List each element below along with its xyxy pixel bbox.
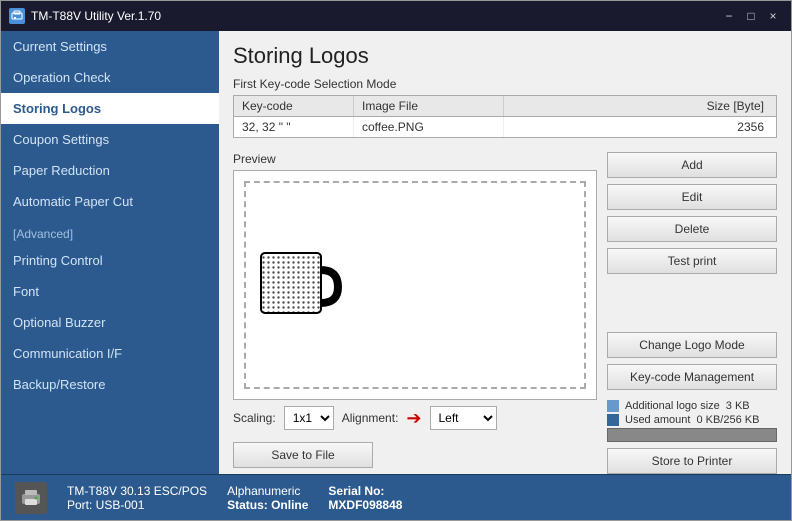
add-button[interactable]: Add	[607, 152, 777, 178]
sidebar-item-backup-restore[interactable]: Backup/Restore	[1, 369, 219, 400]
sidebar-item-font[interactable]: Font	[1, 276, 219, 307]
status-model: TM-T88V 30.13 ESC/POS	[67, 484, 207, 498]
window-controls: − □ ×	[719, 7, 783, 25]
advanced-section-header: [Advanced]	[1, 217, 219, 245]
bottom-area: Preview	[233, 152, 777, 474]
window-title: TM-T88V Utility Ver.1.70	[31, 9, 161, 23]
minimize-button[interactable]: −	[719, 7, 739, 25]
status-online: Status: Online	[227, 498, 308, 512]
change-logo-mode-button[interactable]: Change Logo Mode	[607, 332, 777, 358]
used-color-box	[607, 414, 619, 426]
preview-section: Preview	[233, 152, 597, 474]
preview-label: Preview	[233, 152, 597, 166]
preview-inner	[244, 181, 586, 389]
progress-bar	[607, 428, 777, 442]
sidebar-item-printing-control[interactable]: Printing Control	[1, 245, 219, 276]
sidebar: Current Settings Operation Check Storing…	[1, 31, 219, 474]
additional-logo-value: 3 KB	[726, 400, 750, 412]
status-serial: Serial No: MXDF098848	[328, 484, 402, 512]
printer-icon	[15, 482, 47, 514]
status-input-type: Alphanumeric	[227, 484, 308, 498]
arrow-icon: ➔	[406, 408, 421, 429]
right-panel: Add Edit Delete Test print Change Logo M…	[607, 152, 777, 474]
edit-button[interactable]: Edit	[607, 184, 777, 210]
controls-row: Scaling: 1x1 2x2 3x3 Alignment: ➔ Left C…	[233, 400, 597, 436]
store-to-printer-button[interactable]: Store to Printer	[607, 448, 777, 474]
used-amount-value: 0 KB/256 KB	[696, 414, 759, 426]
save-to-file-button[interactable]: Save to File	[233, 442, 373, 468]
sidebar-item-storing-logos[interactable]: Storing Logos	[1, 93, 219, 124]
status-port: Port: USB-001	[67, 498, 207, 512]
alignment-label: Alignment:	[342, 411, 399, 425]
sidebar-item-paper-reduction[interactable]: Paper Reduction	[1, 155, 219, 186]
test-print-button[interactable]: Test print	[607, 248, 777, 274]
additional-color-box	[607, 400, 619, 412]
used-amount-row: Used amount 0 KB/256 KB	[607, 414, 777, 426]
coffee-mug-preview	[256, 245, 346, 325]
titlebar: TM-T88V Utility Ver.1.70 − □ ×	[1, 1, 791, 31]
keycode-management-button[interactable]: Key-code Management	[607, 364, 777, 390]
sidebar-item-automatic-paper-cut[interactable]: Automatic Paper Cut	[1, 186, 219, 217]
status-model-info: TM-T88V 30.13 ESC/POS Port: USB-001	[67, 484, 207, 512]
sidebar-item-current-settings[interactable]: Current Settings	[1, 31, 219, 62]
keycode-section: First Key-code Selection Mode Key-code I…	[233, 77, 777, 138]
logo-info: Additional logo size 3 KB Used amount 0 …	[607, 400, 777, 442]
main-window: TM-T88V Utility Ver.1.70 − □ × Current S…	[0, 0, 792, 521]
sidebar-item-operation-check[interactable]: Operation Check	[1, 62, 219, 93]
sidebar-item-coupon-settings[interactable]: Coupon Settings	[1, 124, 219, 155]
scaling-label: Scaling:	[233, 411, 276, 425]
app-icon	[9, 8, 25, 24]
sidebar-item-optional-buzzer[interactable]: Optional Buzzer	[1, 307, 219, 338]
close-button[interactable]: ×	[763, 7, 783, 25]
additional-logo-label: Additional logo size	[625, 400, 720, 412]
maximize-button[interactable]: □	[741, 7, 761, 25]
titlebar-left: TM-T88V Utility Ver.1.70	[9, 8, 161, 24]
statusbar: TM-T88V 30.13 ESC/POS Port: USB-001 Alph…	[1, 474, 791, 520]
main-content: Storing Logos First Key-code Selection M…	[219, 31, 791, 474]
delete-button[interactable]: Delete	[607, 216, 777, 242]
sidebar-item-communication-if[interactable]: Communication I/F	[1, 338, 219, 369]
cell-size: 2356	[504, 117, 776, 137]
content-area: Current Settings Operation Check Storing…	[1, 31, 791, 474]
col-size: Size [Byte]	[504, 96, 776, 116]
scaling-select[interactable]: 1x1 2x2 3x3	[284, 406, 334, 430]
spacer	[607, 280, 777, 326]
additional-logo-row: Additional logo size 3 KB	[607, 400, 777, 412]
col-keycode: Key-code	[234, 96, 354, 116]
status-input-section: Alphanumeric Status: Online	[227, 484, 308, 512]
table-header: Key-code Image File Size [Byte]	[234, 96, 776, 117]
keycode-mode-label: First Key-code Selection Mode	[233, 77, 777, 91]
action-row: Save to File	[233, 436, 597, 474]
page-title: Storing Logos	[233, 43, 777, 69]
cell-keycode: 32, 32 " "	[234, 117, 354, 137]
col-image: Image File	[354, 96, 504, 116]
status-serial-section: Serial No: MXDF098848	[328, 484, 402, 512]
keycode-table: Key-code Image File Size [Byte] 32, 32 "…	[233, 95, 777, 138]
alignment-select[interactable]: Left Center Right	[430, 406, 497, 430]
preview-box	[233, 170, 597, 400]
cell-image: coffee.PNG	[354, 117, 504, 137]
used-amount-label: Used amount	[625, 414, 690, 426]
table-row[interactable]: 32, 32 " " coffee.PNG 2356	[234, 117, 776, 137]
